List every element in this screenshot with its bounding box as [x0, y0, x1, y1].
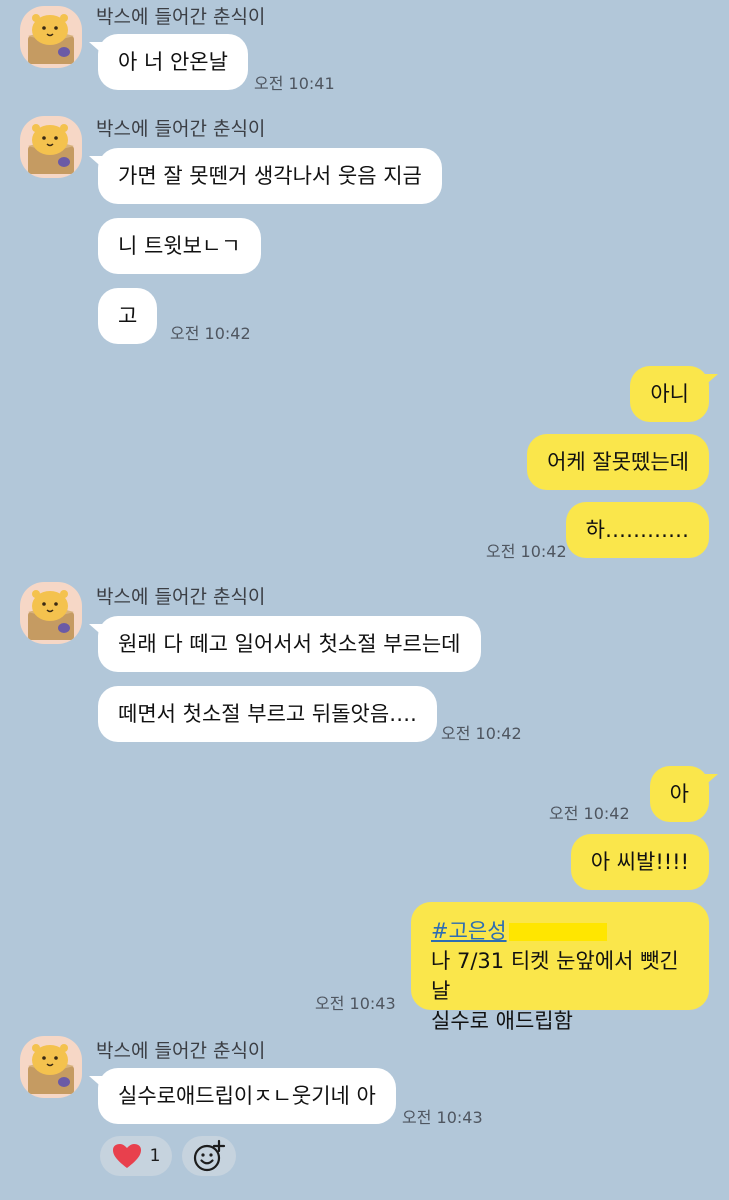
- my-message-bubble[interactable]: 하…………: [565, 502, 709, 558]
- message-text: 떼면서 첫소절 부르고 뒤돌앗음….: [118, 702, 417, 726]
- message-text: 어케 잘못뗐는데: [547, 450, 689, 474]
- message-bubble[interactable]: 실수로애드립이ㅈㄴ웃기네 아: [89, 1068, 396, 1124]
- heart-reaction-button[interactable]: 1: [100, 1136, 172, 1176]
- message-text: 하…………: [585, 518, 689, 542]
- choonsik-avatar-icon: [27, 13, 75, 65]
- message-text: 아 너 안온날: [118, 50, 228, 74]
- message-text: 가면 잘 못뗀거 생각나서 웃음 지금: [118, 164, 422, 188]
- message-bubble[interactable]: 니 트윗보ㄴㄱ: [98, 218, 261, 274]
- choonsik-avatar-icon: [27, 123, 75, 175]
- add-emoji-icon: [193, 1139, 226, 1172]
- message-text: 아: [669, 782, 689, 806]
- message-text: 아니: [650, 382, 689, 406]
- sender-name: 박스에 들어간 춘식이: [96, 586, 266, 608]
- reaction-count: 1: [149, 1146, 161, 1166]
- choonsik-avatar-icon: [27, 589, 75, 641]
- hashtag-link[interactable]: #고은성: [431, 919, 507, 943]
- message-text: 실수로애드립이ㅈㄴ웃기네 아: [118, 1084, 376, 1108]
- message-time: 오전 10:43: [315, 994, 396, 1013]
- my-message-bubble[interactable]: 아니: [630, 366, 718, 422]
- message-time: 오전 10:42: [441, 724, 522, 743]
- add-reaction-button[interactable]: [182, 1136, 236, 1176]
- heart-icon: [112, 1144, 141, 1168]
- redaction-highlight: [508, 923, 607, 941]
- message-time: 오전 10:43: [402, 1108, 483, 1127]
- message-bubble[interactable]: 아 너 안온날: [89, 34, 248, 90]
- message-line: 나 7/31 티켓 눈앞에서 뺏긴날: [431, 949, 679, 1003]
- my-message-bubble[interactable]: 어케 잘못뗐는데: [527, 434, 709, 490]
- message-line: 실수로 애드립함: [431, 1009, 573, 1033]
- message-text: 니 트윗보ㄴㄱ: [118, 234, 241, 258]
- message-bubble[interactable]: 떼면서 첫소절 부르고 뒤돌앗음….: [98, 686, 437, 742]
- message-text: 아 씨발!!!!: [590, 850, 689, 874]
- message-time: 오전 10:41: [254, 74, 335, 93]
- my-message-bubble[interactable]: #고은성 나 7/31 티켓 눈앞에서 뺏긴날 실수로 애드립함: [411, 902, 709, 1033]
- message-bubble[interactable]: 고: [98, 288, 158, 344]
- hashtag-line: #고은성: [431, 916, 689, 946]
- avatar[interactable]: [20, 116, 82, 178]
- my-message-bubble[interactable]: 아 씨발!!!!: [570, 834, 709, 890]
- choonsik-avatar-icon: [27, 1043, 75, 1095]
- message-text: 원래 다 떼고 일어서서 첫소절 부르는데: [118, 632, 461, 656]
- avatar[interactable]: [20, 6, 82, 68]
- my-message-bubble[interactable]: 아: [649, 766, 719, 822]
- sender-name: 박스에 들어간 춘식이: [96, 1040, 266, 1062]
- message-bubble[interactable]: 원래 다 떼고 일어서서 첫소절 부르는데: [89, 616, 481, 672]
- message-text: 고: [118, 304, 138, 328]
- avatar[interactable]: [20, 1036, 82, 1098]
- sender-name: 박스에 들어간 춘식이: [96, 6, 266, 28]
- avatar[interactable]: [20, 582, 82, 644]
- sender-name: 박스에 들어간 춘식이: [96, 118, 266, 140]
- message-time: 오전 10:42: [486, 542, 567, 561]
- message-time: 오전 10:42: [549, 804, 630, 823]
- message-bubble[interactable]: 가면 잘 못뗀거 생각나서 웃음 지금: [89, 148, 442, 204]
- message-time: 오전 10:42: [170, 324, 251, 343]
